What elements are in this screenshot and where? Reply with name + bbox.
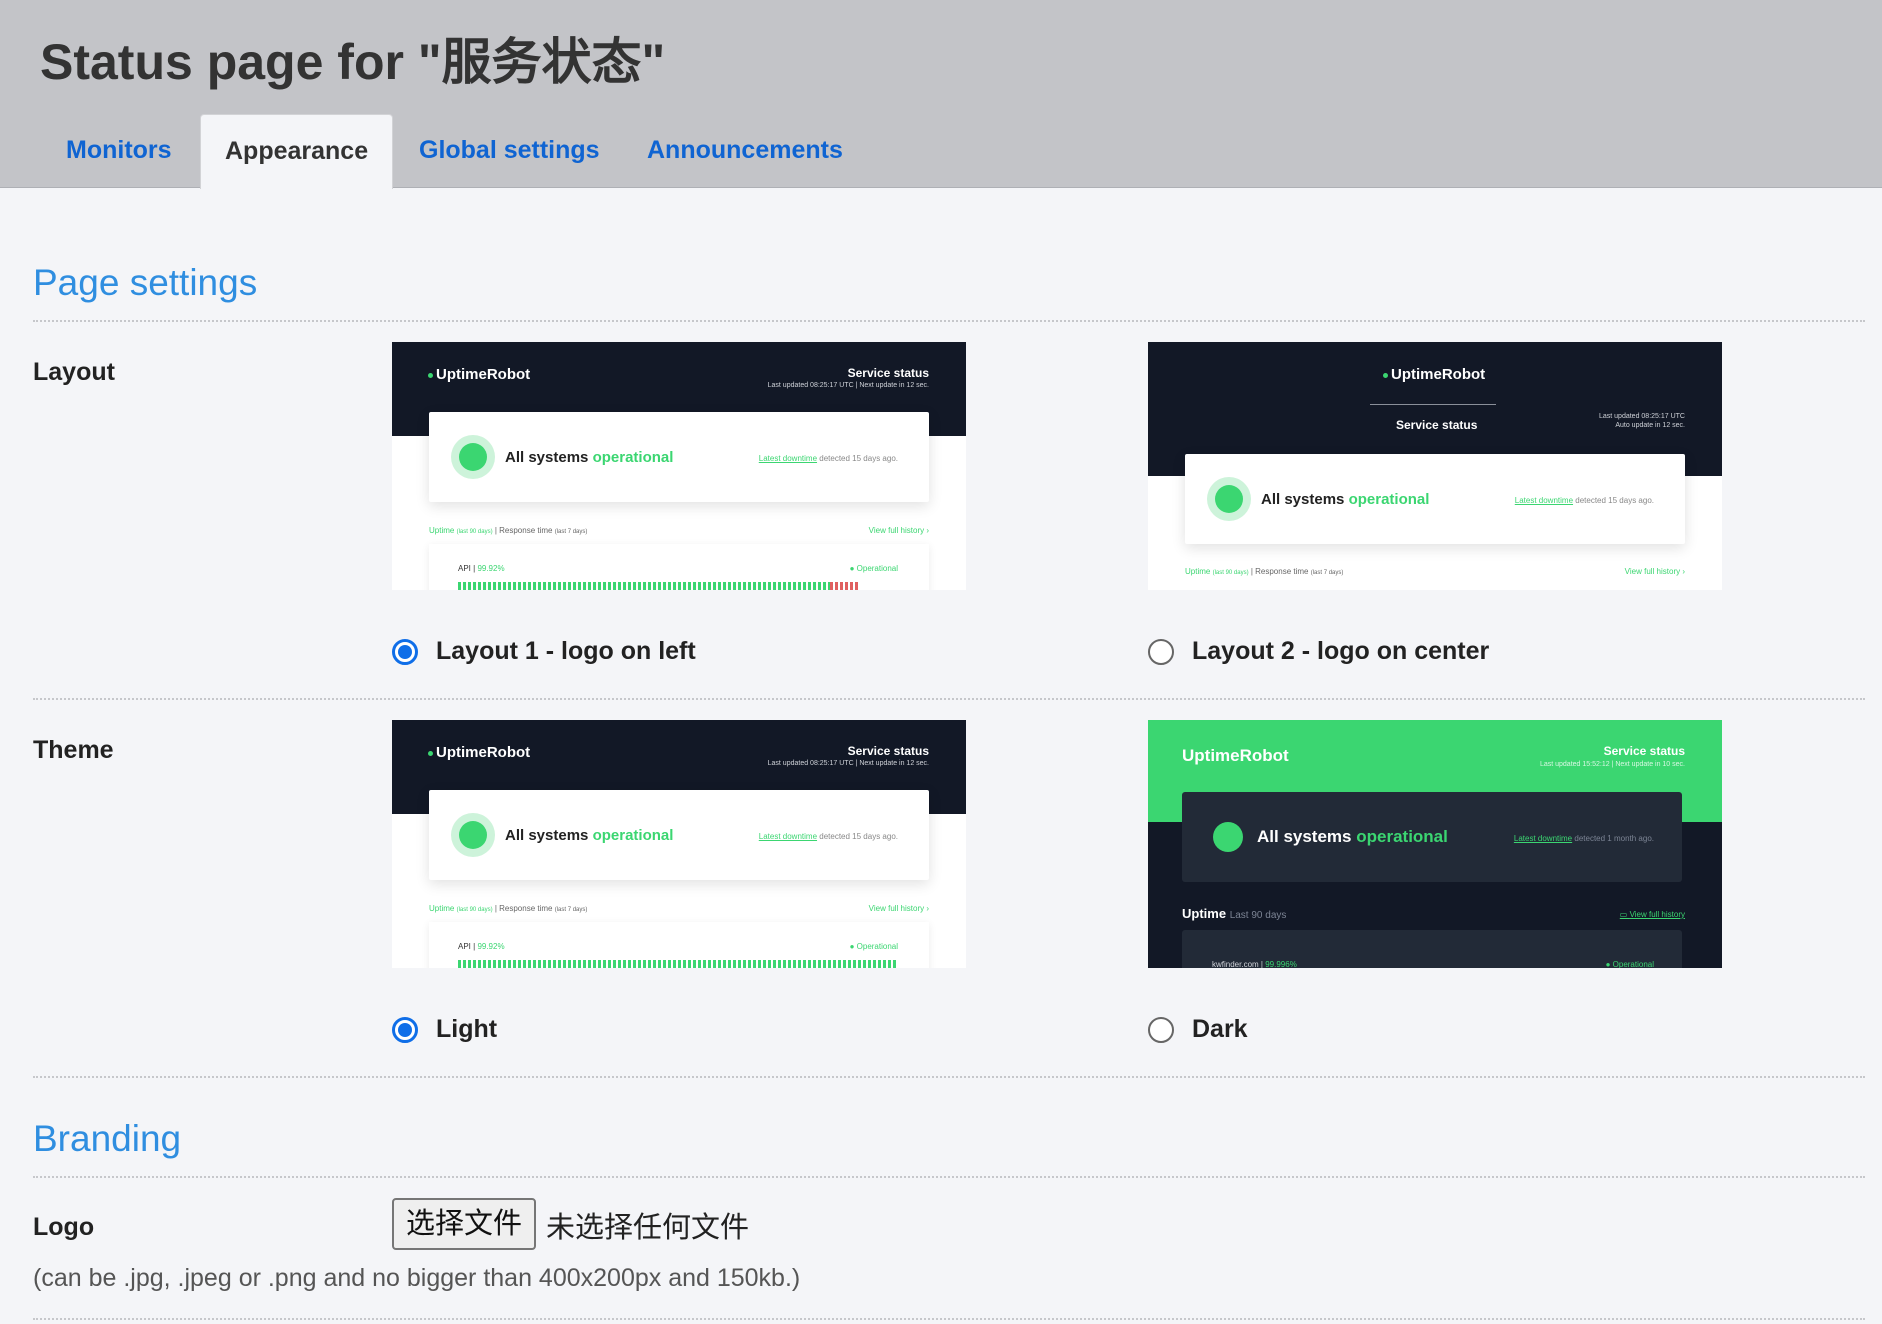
preview-api-row: API | 99.92% xyxy=(458,942,505,951)
logo-label: Logo xyxy=(33,1213,95,1241)
divider xyxy=(33,698,1865,700)
preview-logo: UptimeRobot xyxy=(428,744,530,761)
branding-heading: Branding xyxy=(33,1118,182,1159)
divider xyxy=(33,1076,1865,1078)
preview-status-circle xyxy=(1207,477,1251,521)
layout-2-label[interactable]: Layout 2 - logo on center xyxy=(1192,637,1489,666)
preview-last-updated: Last updated 08:25:17 UTC | Next update … xyxy=(767,382,929,389)
preview-last-updated: Last updated 15:52:12 | Next update in 1… xyxy=(1539,761,1685,768)
layout-2-radio[interactable] xyxy=(1148,638,1174,665)
preview-service-status: Service status xyxy=(1396,418,1478,432)
theme-dark-label[interactable]: Dark xyxy=(1192,1015,1248,1044)
tab-monitors[interactable]: Monitors xyxy=(42,114,196,189)
page-title: Status page for "服务状态" xyxy=(40,34,666,90)
divider xyxy=(33,1176,1865,1178)
preview-all-systems: All systems operational xyxy=(505,449,674,466)
preview-last-updated: Last updated 08:25:17 UTC xyxy=(1598,413,1685,420)
preview-logo: UptimeRobot xyxy=(1383,366,1485,383)
theme-light-option[interactable]: Light xyxy=(392,1015,497,1044)
layout-1-option[interactable]: Layout 1 - logo on left xyxy=(392,637,696,666)
preview-api-row: API | 99.92% xyxy=(458,564,505,573)
preview-view-history: ▭ View full history xyxy=(1619,910,1685,919)
preview-status-circle xyxy=(451,813,495,857)
preview-all-systems: All systems operational xyxy=(1257,827,1448,846)
preview-uptime-row: Uptime (last 90 days) | Response time (l… xyxy=(1185,567,1344,576)
preview-uptime-bars xyxy=(458,960,898,968)
preview-uptime-row: Uptime (last 90 days) | Response time (l… xyxy=(429,904,588,913)
preview-latest-downtime: Latest downtime detected 15 days ago. xyxy=(758,454,898,463)
theme-dark-preview[interactable]: UptimeRobot Service status Last updated … xyxy=(1148,720,1722,968)
preview-downtime-bars xyxy=(830,582,860,590)
layout-1-radio[interactable] xyxy=(392,638,418,665)
no-file-selected-text: 未选择任何文件 xyxy=(546,1210,750,1244)
preview-uptime-row: Uptime Last 90 days xyxy=(1182,906,1287,921)
layout-2-option[interactable]: Layout 2 - logo on center xyxy=(1148,637,1489,666)
page-header: Status page for "服务状态" Monitors Appearan… xyxy=(0,0,1882,189)
preview-status-circle xyxy=(451,435,495,479)
theme-dark-option[interactable]: Dark xyxy=(1148,1015,1248,1044)
divider xyxy=(33,1318,1865,1320)
preview-auto-update: Auto update in 12 sec. xyxy=(1615,422,1685,429)
preview-api-status: ● Operational xyxy=(849,564,898,573)
logo-hint: (can be .jpg, .jpeg or .png and no bigge… xyxy=(33,1264,801,1292)
preview-all-systems: All systems operational xyxy=(1261,491,1430,508)
preview-uptime-row: Uptime (last 90 days) | Response time (l… xyxy=(429,526,588,535)
theme-light-label[interactable]: Light xyxy=(436,1015,497,1044)
preview-all-systems: All systems operational xyxy=(505,827,674,844)
theme-light-radio[interactable] xyxy=(392,1016,418,1043)
page-settings-heading: Page settings xyxy=(33,262,258,303)
preview-api-status: ● Operational xyxy=(849,942,898,951)
preview-latest-downtime: Latest downtime detected 1 month ago. xyxy=(1513,834,1654,843)
preview-view-history: View full history › xyxy=(1624,567,1685,576)
layout-label: Layout xyxy=(33,358,115,386)
theme-label: Theme xyxy=(33,736,114,764)
preview-logo: UptimeRobot xyxy=(1182,746,1289,765)
preview-last-updated: Last updated 08:25:17 UTC | Next update … xyxy=(767,760,929,767)
layout-2-preview[interactable]: UptimeRobot Service status Last updated … xyxy=(1148,342,1722,590)
tab-announcements[interactable]: Announcements xyxy=(623,114,867,189)
layout-1-preview[interactable]: UptimeRobot Service status Last updated … xyxy=(392,342,966,590)
preview-monitor-status: ● Operational xyxy=(1605,960,1654,968)
preview-latest-downtime: Latest downtime detected 15 days ago. xyxy=(758,832,898,841)
theme-dark-radio[interactable] xyxy=(1148,1016,1174,1043)
preview-monitor-row: kwfinder.com | 99.996% xyxy=(1212,960,1297,968)
preview-service-status: Service status xyxy=(847,366,929,380)
theme-light-preview[interactable]: UptimeRobot Service status Last updated … xyxy=(392,720,966,968)
preview-uptime-bars xyxy=(458,582,830,590)
preview-logo: UptimeRobot xyxy=(428,366,530,383)
preview-view-history: View full history › xyxy=(868,526,929,535)
preview-service-status: Service status xyxy=(1603,744,1685,758)
preview-latest-downtime: Latest downtime detected 15 days ago. xyxy=(1514,496,1654,505)
preview-status-circle xyxy=(1213,822,1243,852)
tab-global-settings[interactable]: Global settings xyxy=(395,114,624,189)
preview-view-history: View full history › xyxy=(868,904,929,913)
divider xyxy=(33,320,1865,322)
choose-file-button[interactable]: 选择文件 xyxy=(392,1198,536,1250)
tab-appearance[interactable]: Appearance xyxy=(200,114,394,189)
preview-logo-underline xyxy=(1370,404,1496,405)
preview-service-status: Service status xyxy=(847,744,929,758)
layout-1-label[interactable]: Layout 1 - logo on left xyxy=(436,637,696,666)
